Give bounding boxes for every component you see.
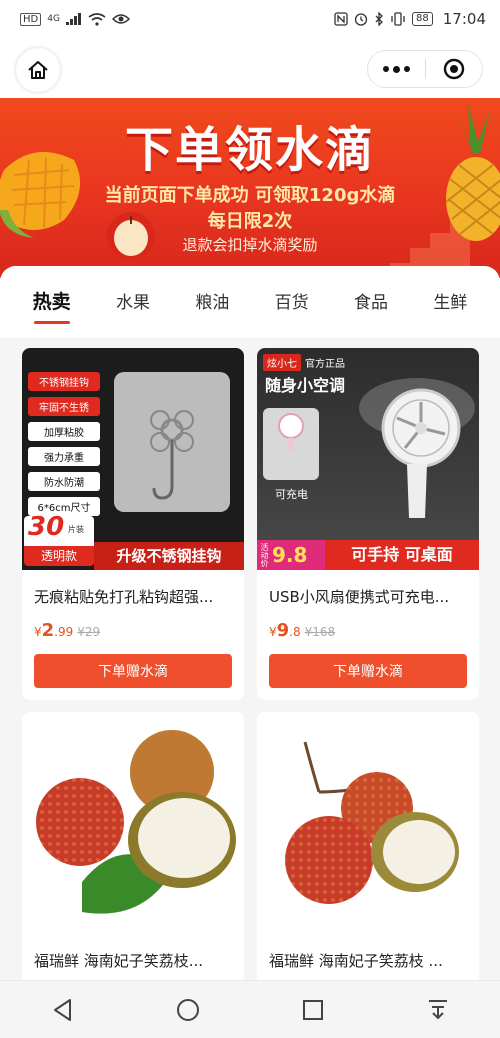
tab-food[interactable]: 食品 xyxy=(354,282,388,323)
product-image-lychee xyxy=(22,712,244,934)
more-dot-icon xyxy=(404,65,410,72)
hook-icon xyxy=(114,372,230,512)
original-price: ¥29 xyxy=(77,625,101,639)
target-close-icon xyxy=(443,58,465,80)
promo-banner[interactable]: 下单领水滴 当前页面下单成功 可领取120g水滴 每日限2次 退款会扣掉水滴奖励 xyxy=(0,98,500,278)
eye-icon xyxy=(111,14,130,24)
home-circle-icon xyxy=(176,998,199,1021)
product-image-hooks: 不锈钢挂钩 牢固不生锈 加厚粘胶 强力承重 防水防潮 6*6cm尺寸 30 片装 xyxy=(22,348,244,570)
hook-tag: 防水防潮 xyxy=(28,472,100,491)
transparent-badge: 透明款 xyxy=(24,546,94,566)
tab-fresh[interactable]: 生鲜 xyxy=(433,282,467,323)
promo-label: 活动价 xyxy=(260,543,269,567)
promo-price: 9.8 xyxy=(272,543,308,567)
tab-general-goods[interactable]: 百货 xyxy=(275,282,309,323)
hook-tag: 牢固不生锈 xyxy=(28,397,100,416)
count-badge: 30 片装 xyxy=(24,512,94,550)
hook-tag: 不锈钢挂钩 xyxy=(28,372,100,391)
lychee-illustration xyxy=(36,730,236,914)
price-integer: 2 xyxy=(41,620,55,641)
hook-tag: 加厚粘胶 xyxy=(28,422,100,441)
back-button[interactable] xyxy=(43,990,83,1030)
bluetooth-icon xyxy=(375,12,383,26)
clock: 17:04 xyxy=(442,10,486,28)
home-button[interactable] xyxy=(16,48,60,92)
price-symbol: ¥ xyxy=(34,625,42,639)
original-price: ¥168 xyxy=(304,625,336,639)
official-label: 官方正品 xyxy=(305,359,345,370)
lychee-illustration xyxy=(285,741,459,904)
product-image-fan: 炫小七 官方正品 随身小空调 可充电 活动价 9.8 可手持 可桌面 xyxy=(257,348,479,570)
content-panel: 热卖 水果 粮油 百货 食品 生鲜 不锈钢挂钩 牢固不生锈 加厚粘胶 强力承重 … xyxy=(0,266,500,986)
image-caption: 可手持 可桌面 xyxy=(325,540,479,570)
hook-tag: 强力承重 xyxy=(28,447,100,466)
recents-square-icon xyxy=(302,999,323,1020)
order-water-drop-button[interactable]: 下单赠水滴 xyxy=(269,654,467,688)
product-name: 福瑞鲜 海南妃子笑荔枝... xyxy=(34,952,204,970)
pull-down-icon xyxy=(428,999,447,1019)
product-name: 福瑞鲜 海南妃子笑荔枝 ... xyxy=(269,952,443,970)
price-row: ¥ 2 .99 ¥29 xyxy=(34,620,100,641)
product-name: 无痕粘贴免打孔粘钩超强... xyxy=(34,588,214,606)
product-card[interactable]: 福瑞鲜 海南妃子笑荔枝 ... xyxy=(257,712,479,986)
product-name: USB小风扇便携式可充电... xyxy=(269,588,450,606)
home-icon xyxy=(28,61,48,79)
pineapple-illustration xyxy=(445,104,500,241)
price-decimal: .8 xyxy=(289,625,301,639)
banner-title: 下单领水滴 xyxy=(124,122,375,178)
alarm-icon xyxy=(354,13,368,26)
count-value: 30 xyxy=(28,512,65,542)
more-dot-icon xyxy=(383,65,389,72)
promo-badge: 活动价 9.8 xyxy=(257,540,325,570)
home-nav-button[interactable] xyxy=(168,990,208,1030)
tab-hot[interactable]: 热卖 xyxy=(33,281,71,324)
tab-grain-oil[interactable]: 粮油 xyxy=(195,282,229,323)
fan-icon xyxy=(359,378,475,518)
recents-button[interactable] xyxy=(293,990,333,1030)
hd-indicator: HD xyxy=(20,12,42,26)
capsule-menu xyxy=(367,50,483,88)
vibrate-icon xyxy=(391,12,405,26)
back-triangle-icon xyxy=(53,998,71,1021)
rechargeable-label: 可充电 xyxy=(275,488,308,501)
price-decimal: .99 xyxy=(54,625,74,639)
status-bar: HD 4G 88 17:04 xyxy=(0,0,500,38)
brand-label: 炫小七 xyxy=(263,354,301,371)
network-label: 4G xyxy=(47,14,60,24)
category-tabs: 热卖 水果 粮油 百货 食品 生鲜 xyxy=(0,266,500,338)
wifi-icon xyxy=(88,12,106,26)
tab-fruit[interactable]: 水果 xyxy=(116,282,150,323)
product-card[interactable]: 福瑞鲜 海南妃子笑荔枝... xyxy=(22,712,244,986)
more-dot-icon xyxy=(393,65,400,73)
battery-level: 88 xyxy=(412,12,433,26)
more-button[interactable] xyxy=(368,65,425,73)
product-card[interactable]: 不锈钢挂钩 牢固不生锈 加厚粘胶 强力承重 防水防潮 6*6cm尺寸 30 片装 xyxy=(22,348,244,700)
notification-shade-button[interactable] xyxy=(418,990,458,1030)
banner-subtitle-1: 当前页面下单成功 可领取120g水滴 xyxy=(104,185,396,206)
product-image-lychee xyxy=(257,712,479,934)
order-water-drop-button[interactable]: 下单赠水滴 xyxy=(34,654,232,688)
mini-fan-icon xyxy=(278,413,304,450)
signal-icon xyxy=(65,13,81,25)
fan-headline: 随身小空调 xyxy=(265,376,346,395)
system-navigation-bar xyxy=(0,980,500,1038)
image-caption: 升级不锈钢挂钩 xyxy=(94,542,244,570)
price-symbol: ¥ xyxy=(269,625,277,639)
close-button[interactable] xyxy=(426,58,482,80)
count-unit: 片装 xyxy=(68,525,84,534)
mini-program-header xyxy=(0,38,500,98)
price-integer: 9 xyxy=(276,620,290,641)
price-row: ¥ 9 .8 ¥168 xyxy=(269,620,335,641)
nfc-icon xyxy=(334,12,348,26)
product-card[interactable]: 炫小七 官方正品 随身小空调 可充电 活动价 9.8 可手持 可桌面 USB小风… xyxy=(257,348,479,700)
